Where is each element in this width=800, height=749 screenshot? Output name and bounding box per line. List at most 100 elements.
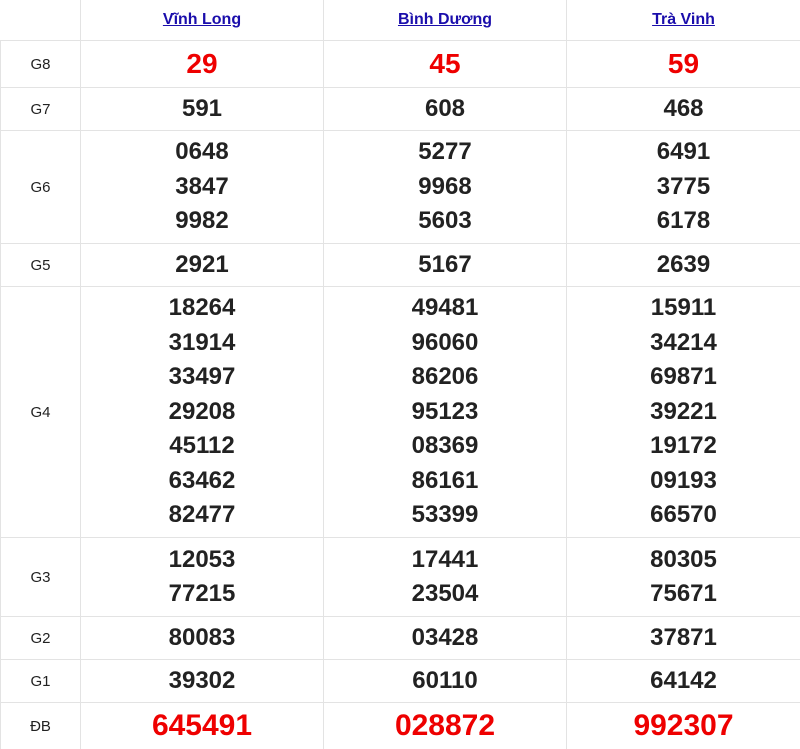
prize-number: 591 — [81, 92, 323, 127]
prize-cell: 64142 — [567, 660, 800, 703]
prize-cell: 992307 — [567, 703, 800, 749]
prize-cell: 2921 — [81, 244, 324, 287]
prize-number: 468 — [567, 92, 800, 127]
prize-cell: 18264 31914 33497 29208 45112 63462 8247… — [81, 287, 324, 538]
prize-number: 45 — [324, 47, 566, 82]
special-prize-number: 992307 — [567, 709, 800, 744]
prize-number: 08369 — [324, 429, 566, 464]
prize-number: 33497 — [81, 360, 323, 395]
province-header-3: Trà Vinh — [567, 0, 800, 41]
prize-row-g5: G5 2921 5167 2639 — [1, 244, 800, 287]
prize-number: 39302 — [81, 664, 323, 699]
prize-cell: 37871 — [567, 617, 800, 660]
special-prize-number: 028872 — [324, 709, 566, 744]
prize-label: ĐB — [1, 703, 81, 749]
prize-number: 15911 — [567, 291, 800, 326]
prize-number: 2921 — [81, 248, 323, 283]
prize-number: 9982 — [81, 204, 323, 239]
prize-number: 18264 — [81, 291, 323, 326]
prize-cell: 45 — [324, 41, 567, 88]
prize-number: 5167 — [324, 248, 566, 283]
prize-row-g1: G1 39302 60110 64142 — [1, 660, 800, 703]
prize-number: 29208 — [81, 395, 323, 430]
prize-cell: 03428 — [324, 617, 567, 660]
prize-number: 5603 — [324, 204, 566, 239]
prize-number: 09193 — [567, 464, 800, 499]
prize-number: 45112 — [81, 429, 323, 464]
province-link-vinh-long[interactable]: Vĩnh Long — [163, 11, 241, 28]
prize-number: 86161 — [324, 464, 566, 499]
prize-number: 39221 — [567, 395, 800, 430]
prize-label: G5 — [1, 244, 81, 287]
prize-cell: 17441 23504 — [324, 538, 567, 617]
prize-cell: 608 — [324, 88, 567, 131]
prize-number: 63462 — [81, 464, 323, 499]
prize-number: 608 — [324, 92, 566, 127]
prize-cell: 15911 34214 69871 39221 19172 09193 6657… — [567, 287, 800, 538]
prize-cell: 80305 75671 — [567, 538, 800, 617]
prize-number: 80305 — [567, 543, 800, 578]
prize-cell: 49481 96060 86206 95123 08369 86161 5339… — [324, 287, 567, 538]
prize-number: 82477 — [81, 498, 323, 533]
prize-row-g4: G4 18264 31914 33497 29208 45112 63462 8… — [1, 287, 800, 538]
prize-label: G3 — [1, 538, 81, 617]
prize-number: 5277 — [324, 135, 566, 170]
prize-number: 77215 — [81, 577, 323, 612]
prize-number: 34214 — [567, 326, 800, 361]
prize-number: 3775 — [567, 170, 800, 205]
prize-cell: 29 — [81, 41, 324, 88]
prize-cell: 60110 — [324, 660, 567, 703]
prize-cell: 5277 9968 5603 — [324, 131, 567, 244]
prize-label: G8 — [1, 41, 81, 88]
prize-number: 6491 — [567, 135, 800, 170]
province-header-2: Bình Dương — [324, 0, 567, 41]
prize-number: 96060 — [324, 326, 566, 361]
prize-cell: 591 — [81, 88, 324, 131]
prize-number: 0648 — [81, 135, 323, 170]
prize-number: 49481 — [324, 291, 566, 326]
prize-number: 60110 — [324, 664, 566, 699]
prize-cell: 59 — [567, 41, 800, 88]
prize-number: 37871 — [567, 621, 800, 656]
prize-number: 2639 — [567, 248, 800, 283]
province-header-1: Vĩnh Long — [81, 0, 324, 41]
prize-number: 6178 — [567, 204, 800, 239]
lottery-results-table: Vĩnh Long Bình Dương Trà Vinh G8 29 45 5… — [0, 0, 800, 749]
prize-row-g8: G8 29 45 59 — [1, 41, 800, 88]
prize-number: 80083 — [81, 621, 323, 656]
prize-label: G7 — [1, 88, 81, 131]
prize-number: 03428 — [324, 621, 566, 656]
prize-number: 64142 — [567, 664, 800, 699]
prize-cell: 468 — [567, 88, 800, 131]
special-prize-number: 645491 — [81, 709, 323, 744]
prize-cell: 12053 77215 — [81, 538, 324, 617]
prize-number: 66570 — [567, 498, 800, 533]
prize-row-special: ĐB 645491 028872 992307 — [1, 703, 800, 749]
header-row: Vĩnh Long Bình Dương Trà Vinh — [1, 0, 800, 41]
prize-cell: 80083 — [81, 617, 324, 660]
prize-number: 75671 — [567, 577, 800, 612]
prize-number: 95123 — [324, 395, 566, 430]
prize-number: 12053 — [81, 543, 323, 578]
prize-number: 23504 — [324, 577, 566, 612]
prize-number: 17441 — [324, 543, 566, 578]
prize-label: G1 — [1, 660, 81, 703]
prize-label: G4 — [1, 287, 81, 538]
prize-number: 86206 — [324, 360, 566, 395]
prize-cell: 5167 — [324, 244, 567, 287]
prize-number: 69871 — [567, 360, 800, 395]
prize-row-g7: G7 591 608 468 — [1, 88, 800, 131]
province-link-binh-duong[interactable]: Bình Dương — [398, 11, 492, 28]
prize-cell: 6491 3775 6178 — [567, 131, 800, 244]
prize-number: 3847 — [81, 170, 323, 205]
prize-number: 29 — [81, 47, 323, 82]
prize-number: 59 — [567, 47, 800, 82]
prize-row-g6: G6 0648 3847 9982 5277 9968 5603 6491 37… — [1, 131, 800, 244]
prize-label: G6 — [1, 131, 81, 244]
prize-cell: 645491 — [81, 703, 324, 749]
prize-label: G2 — [1, 617, 81, 660]
prize-row-g3: G3 12053 77215 17441 23504 80305 75671 — [1, 538, 800, 617]
province-link-tra-vinh[interactable]: Trà Vinh — [652, 11, 715, 28]
prize-cell: 2639 — [567, 244, 800, 287]
prize-number: 9968 — [324, 170, 566, 205]
